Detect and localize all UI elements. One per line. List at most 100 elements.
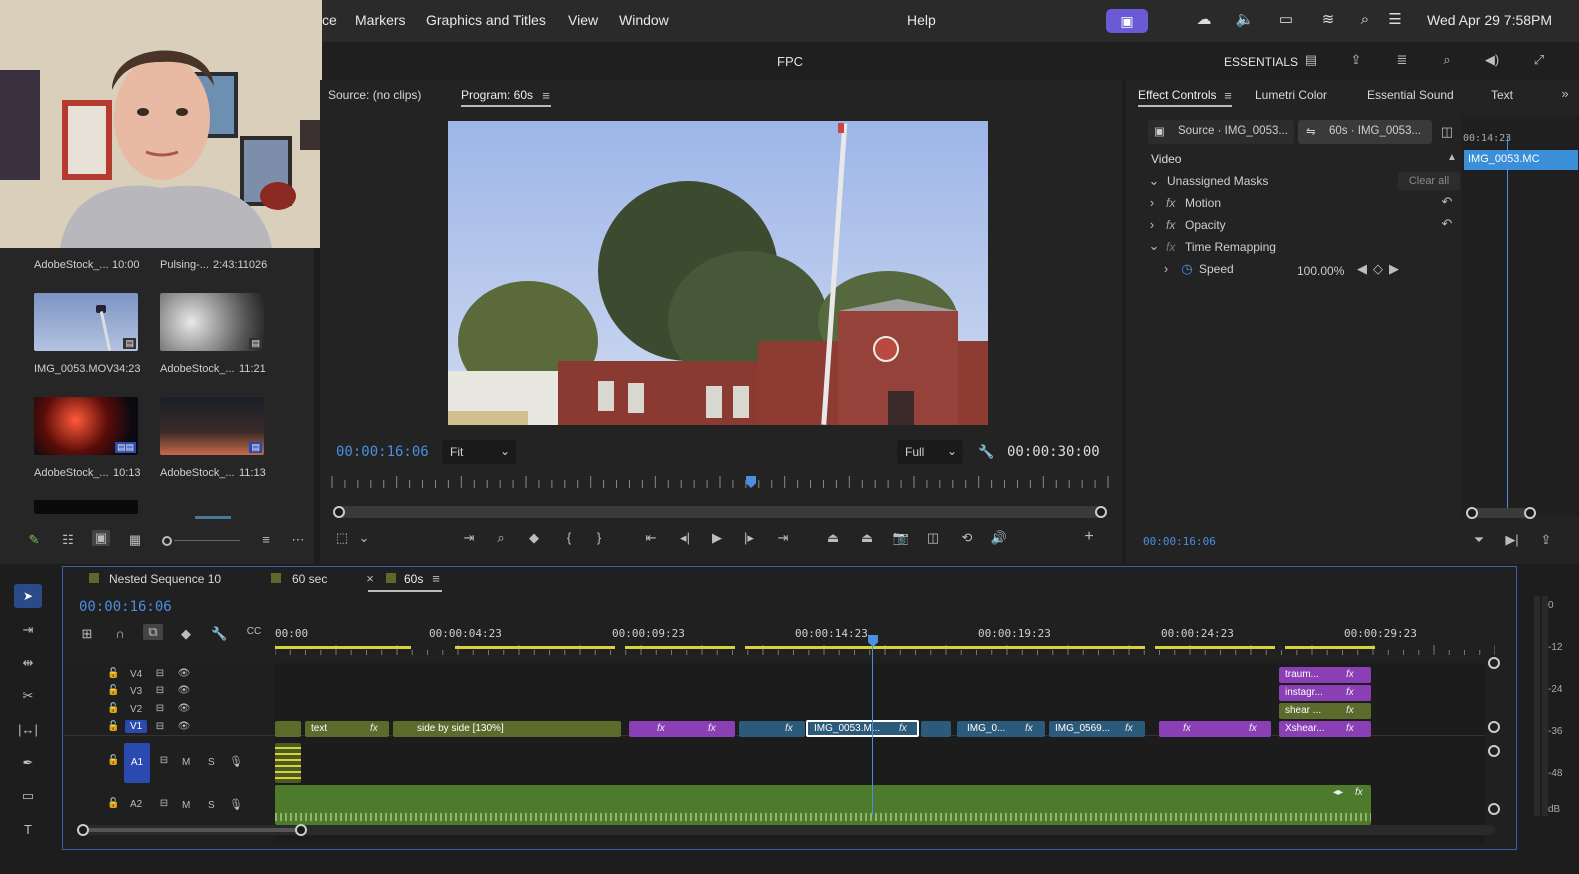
fit-dropdown[interactable]: Fit ⌄ xyxy=(442,440,516,464)
clip-name[interactable]: AdobeStock_... xyxy=(160,467,235,479)
next-keyframe-icon[interactable]: ▶ xyxy=(1388,261,1400,277)
track-a2-label[interactable]: A2 xyxy=(130,799,142,810)
go-to-in-icon[interactable]: ⇤ xyxy=(642,530,660,546)
sync-lock-icon[interactable]: ⊟ xyxy=(153,721,167,732)
tab-source[interactable]: Source: (no clips) xyxy=(328,88,421,102)
reset-icon[interactable]: ↶ xyxy=(1438,194,1456,210)
timeline-horizontal-scrollbar[interactable] xyxy=(77,824,1495,836)
linked-selection-icon[interactable]: ⧉ xyxy=(143,624,163,640)
track-v4-label[interactable]: V4 xyxy=(130,669,142,680)
eye-icon[interactable]: 👁 xyxy=(177,668,191,679)
mini-clip-bar[interactable]: IMG_0053.MC xyxy=(1464,150,1578,170)
mark-in-icon[interactable]: { xyxy=(562,530,576,545)
menubar-datetime[interactable]: Wed Apr 29 7:58PM xyxy=(1427,12,1552,28)
thumbnail-partial[interactable] xyxy=(34,500,138,514)
spotlight-search-icon[interactable]: ⌕ xyxy=(1355,10,1375,30)
resolution-dropdown[interactable]: Full ⌄ xyxy=(897,440,963,464)
lock-icon[interactable]: 🔓 xyxy=(107,703,119,714)
stopwatch-icon[interactable]: ◷ xyxy=(1180,261,1194,277)
pen-tool-icon[interactable]: ✒ xyxy=(18,755,38,771)
clip-name[interactable]: AdobeStock_... xyxy=(34,467,109,479)
chevron-right-icon[interactable]: › xyxy=(1146,217,1158,232)
thumbnail-adobestock-3[interactable]: ▤ xyxy=(160,397,264,455)
tab-text[interactable]: Text xyxy=(1491,88,1513,102)
creative-cloud-icon[interactable]: ☁ xyxy=(1194,10,1214,30)
solo-button[interactable]: S xyxy=(208,757,215,768)
source-clip-button[interactable]: ▣ Source · IMG_0053... xyxy=(1148,120,1294,144)
clip-name[interactable]: IMG_0053.MOV xyxy=(34,363,113,375)
track-v1-label[interactable]: V1 xyxy=(125,720,148,733)
lock-icon[interactable]: 🔓 xyxy=(107,755,119,766)
clip-teal-1[interactable] xyxy=(739,721,805,737)
wifi-icon[interactable]: ≋ xyxy=(1318,10,1338,30)
program-time-ruler[interactable] xyxy=(328,474,1112,490)
chevron-right-icon[interactable]: › xyxy=(1146,195,1158,210)
tab-60-sec[interactable]: 60 sec xyxy=(292,572,327,586)
clip-name[interactable]: Pulsing-... xyxy=(160,259,209,271)
wrench-icon[interactable]: 🔧 xyxy=(211,626,227,642)
lock-icon[interactable]: 🔓 xyxy=(107,668,119,679)
thumbnail-adobestock-1[interactable]: ▤ xyxy=(160,293,264,351)
sync-lock-icon[interactable]: ⊟ xyxy=(157,798,171,809)
list-view-icon[interactable]: ☷ xyxy=(60,532,76,548)
clip-xshear[interactable]: Xshear... xyxy=(1279,721,1371,737)
track-select-tool-icon[interactable]: ⇥ xyxy=(18,622,38,638)
add-keyframe-icon[interactable]: ◇ xyxy=(1372,261,1384,277)
scroll-left-handle[interactable] xyxy=(333,506,345,518)
comparison-view-icon[interactable]: ◫ xyxy=(924,530,942,546)
rectangle-tool-icon[interactable]: ▭ xyxy=(18,788,38,804)
safe-margins-icon[interactable]: ⬚ xyxy=(334,530,350,546)
effect-motion-label[interactable]: Motion xyxy=(1185,196,1221,210)
go-to-out-icon[interactable]: ⇥ xyxy=(774,530,792,546)
program-zoom-scrollbar[interactable] xyxy=(333,506,1107,518)
menu-sequence[interactable]: ce xyxy=(322,12,337,28)
icon-view-icon[interactable]: ▣ xyxy=(92,530,110,546)
effect-time-remapping-label[interactable]: Time Remapping xyxy=(1185,240,1276,254)
clip-v1-start[interactable] xyxy=(275,721,301,737)
zoom-slider-track[interactable] xyxy=(174,540,240,541)
add-marker-icon[interactable]: ◆ xyxy=(526,530,542,546)
solo-button[interactable]: S xyxy=(208,800,215,811)
timeline-playhead-line[interactable] xyxy=(872,645,873,815)
panel-menu-icon[interactable]: ≡ xyxy=(1222,88,1234,103)
clip-side-by-side[interactable]: side by side [130%] xyxy=(393,721,621,737)
audio-scroll-bottom-handle[interactable] xyxy=(1488,803,1500,815)
panel-layout-icon[interactable]: ▤ xyxy=(1302,52,1320,68)
volume-icon[interactable]: 🔊 xyxy=(990,530,1008,546)
clip-name[interactable]: AdobeStock_... xyxy=(160,363,235,375)
razor-tool-icon[interactable]: ✂ xyxy=(18,688,38,704)
effect-timecode[interactable]: 00:00:16:06 xyxy=(1143,535,1216,548)
mute-button[interactable]: M xyxy=(182,800,190,811)
compare-icon[interactable]: ⌕ xyxy=(492,530,510,546)
clip-traum[interactable]: traum... xyxy=(1279,667,1371,683)
menu-graphics-titles[interactable]: Graphics and Titles xyxy=(426,12,546,28)
insert-nest-icon[interactable]: ⊞ xyxy=(79,626,95,642)
tab-essential-sound[interactable]: Essential Sound xyxy=(1367,88,1454,102)
clip-name[interactable]: AdobeStock_... xyxy=(34,259,109,271)
unassigned-masks-label[interactable]: Unassigned Masks xyxy=(1167,174,1268,188)
speed-value[interactable]: 100.00% xyxy=(1297,264,1344,278)
extract-icon[interactable]: ⏏ xyxy=(858,530,876,546)
menu-help[interactable]: Help xyxy=(907,12,936,28)
volume-icon[interactable]: 🔈 xyxy=(1235,10,1255,30)
tab-60s[interactable]: 60s xyxy=(404,572,423,586)
mark-in-out-icon[interactable]: ⇥ xyxy=(458,530,480,546)
vr-video-icon[interactable]: ⟲ xyxy=(958,530,976,546)
step-forward-icon[interactable]: |▸ xyxy=(740,530,758,546)
lock-icon[interactable]: 🔓 xyxy=(107,685,119,696)
mini-playhead[interactable] xyxy=(1507,136,1508,516)
lock-icon[interactable]: 🔓 xyxy=(107,798,119,809)
scroll-right-handle[interactable] xyxy=(1095,506,1107,518)
clip-teal-2[interactable] xyxy=(921,721,951,737)
tab-lumetri-color[interactable]: Lumetri Color xyxy=(1255,88,1327,102)
mute-button[interactable]: M xyxy=(182,757,190,768)
eye-icon[interactable]: 👁 xyxy=(177,685,191,696)
close-icon[interactable]: × xyxy=(365,571,375,586)
pencil-icon[interactable]: ✎ xyxy=(26,532,42,548)
sort-icon[interactable]: ≡ xyxy=(258,532,274,547)
captions-icon[interactable]: CC xyxy=(245,626,263,637)
menu-window[interactable]: Window xyxy=(619,12,669,28)
lock-icon[interactable]: 🔓 xyxy=(107,721,119,732)
lift-icon[interactable]: ⏏ xyxy=(824,530,842,546)
type-tool-icon[interactable]: T xyxy=(18,822,38,837)
